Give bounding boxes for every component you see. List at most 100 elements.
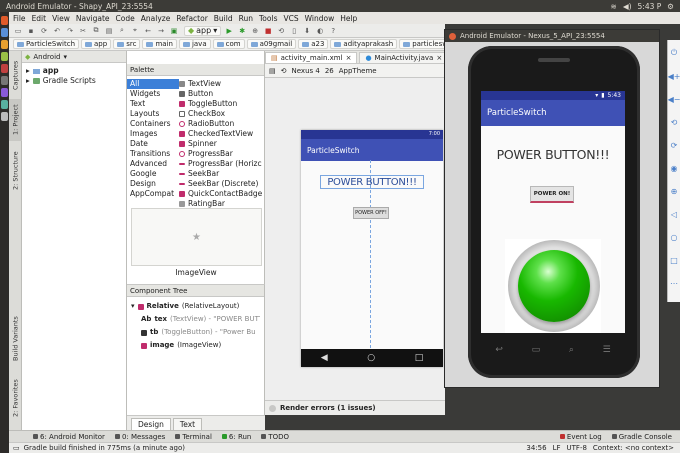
make-icon[interactable]: ▣ — [169, 26, 179, 36]
settings-icon[interactable]: ⚙ — [667, 2, 674, 11]
palette-item-progressbar-horizontal[interactable]: ProgressBar (Horizc — [179, 159, 265, 169]
category-layouts[interactable]: Layouts — [127, 109, 179, 119]
tree-item-app[interactable]: ▸ app — [26, 66, 122, 76]
menu-key-icon[interactable]: ☰ — [603, 345, 611, 355]
green-power-light[interactable] — [518, 250, 590, 322]
tab-favorites[interactable]: 2: Favorites — [9, 373, 22, 423]
tool-run[interactable]: 6: Run — [221, 433, 251, 441]
close-icon[interactable] — [449, 32, 456, 40]
undo-icon[interactable]: ↶ — [52, 26, 62, 36]
tool-event-log[interactable]: Event Log — [559, 433, 602, 441]
tool-gradle-console[interactable]: Gradle Console — [611, 433, 680, 441]
breadcrumb-item-src[interactable]: src — [113, 39, 141, 49]
palette-item-progressbar[interactable]: ProgressBar — [179, 149, 265, 159]
category-text[interactable]: Text — [127, 99, 179, 109]
tab-design[interactable]: Design — [131, 418, 171, 430]
palette-item-checkedtextview[interactable]: CheckedTextView — [179, 129, 265, 139]
project-view-dropdown[interactable]: Android — [33, 53, 60, 61]
palette-item-togglebutton[interactable]: ToggleButton — [179, 99, 265, 109]
category-images[interactable]: Images — [127, 129, 179, 139]
breadcrumb-item-a09gmail[interactable]: a09gmail — [246, 39, 297, 49]
breadcrumb-item-app[interactable]: app — [81, 39, 112, 49]
status-message[interactable]: Gradle build finished in 775ms (a minute… — [24, 444, 185, 452]
chevron-down-icon[interactable]: ▾ — [63, 53, 67, 61]
power-toggle-button[interactable]: POWER ON! — [530, 186, 574, 203]
design-device-preview[interactable]: 7:00 ParticleSwitch ◀ ○ □ — [301, 130, 443, 367]
palette-item-textview[interactable]: TextView — [179, 79, 265, 89]
close-icon[interactable]: × — [436, 54, 442, 62]
tool-todo[interactable]: TODO — [261, 433, 289, 441]
gradle-sync-icon[interactable]: ⟲ — [276, 26, 286, 36]
expand-arrow-icon[interactable]: ▸ — [26, 66, 30, 76]
tab-structure[interactable]: 2: Structure — [9, 147, 22, 195]
menu-help[interactable]: Help — [340, 14, 357, 23]
tab-text[interactable]: Text — [172, 418, 203, 430]
sdk-manager-icon[interactable]: ⬇ — [302, 26, 312, 36]
avd-manager-icon[interactable]: ▯ — [289, 26, 299, 36]
tool-android-monitor[interactable]: 6: Android Monitor — [33, 433, 105, 441]
breadcrumb-item-a23[interactable]: a23 — [298, 39, 329, 49]
menu-edit[interactable]: Edit — [32, 14, 47, 23]
category-appcompat[interactable]: AppCompat — [127, 189, 179, 199]
tab-build-variants[interactable]: Build Variants — [9, 311, 22, 367]
monitor-icon[interactable]: ◐ — [315, 26, 325, 36]
tab-activity-main-xml[interactable]: ▤ activity_main.xml × — [265, 52, 358, 63]
breadcrumb-item-adityaprakash[interactable]: adityaprakash — [330, 39, 398, 49]
tab-mainactivity-java[interactable]: ● MainActivity.java × — [359, 52, 449, 63]
file-encoding[interactable]: UTF-8 — [567, 444, 587, 452]
find-icon[interactable]: ⌕ — [117, 26, 127, 36]
device-select[interactable]: Nexus 4 — [292, 67, 320, 75]
home-key-icon[interactable]: ▭ — [532, 345, 541, 355]
breadcrumb-item-com[interactable]: com — [212, 39, 245, 49]
rotate-left-icon[interactable]: ⟲ — [671, 118, 678, 127]
firefox-icon[interactable] — [1, 40, 8, 49]
palette-item-seekbar[interactable]: SeekBar — [179, 169, 265, 179]
menu-view[interactable]: View — [52, 14, 70, 23]
category-transitions[interactable]: Transitions — [127, 149, 179, 159]
collapse-arrow-icon[interactable]: ▾ — [131, 300, 135, 313]
category-all[interactable]: All — [127, 79, 179, 89]
copy-icon[interactable]: ⧉ — [91, 26, 101, 36]
palette-item-seekbar-discrete[interactable]: SeekBar (Discrete) — [179, 179, 265, 189]
category-containers[interactable]: Containers — [127, 119, 179, 129]
menu-vcs[interactable]: VCS — [283, 14, 298, 23]
render-errors-bar[interactable]: Render errors (1 issues) — [265, 400, 445, 415]
menu-file[interactable]: File — [13, 14, 26, 23]
preview-toggle-button[interactable]: POWER OFF! — [353, 207, 389, 219]
tool-terminal[interactable]: Terminal — [175, 433, 212, 441]
help-icon[interactable]: ? — [328, 26, 338, 36]
breadcrumb-item-java[interactable]: java — [178, 39, 211, 49]
menu-refactor[interactable]: Refactor — [176, 14, 207, 23]
palette-item-checkbox[interactable]: CheckBox — [179, 109, 265, 119]
design-surface-icon[interactable]: ▤ — [269, 67, 276, 75]
home-icon[interactable]: ○ — [671, 233, 678, 242]
palette-item-button[interactable]: Button — [179, 89, 265, 99]
emulator-icon[interactable] — [1, 100, 8, 109]
menu-code[interactable]: Code — [116, 14, 135, 23]
palette-item-radiobutton[interactable]: RadioButton — [179, 119, 265, 129]
attach-icon[interactable]: ⊕ — [250, 26, 260, 36]
orientation-icon[interactable]: ⟲ — [281, 67, 287, 75]
menu-navigate[interactable]: Navigate — [76, 14, 110, 23]
close-icon[interactable]: × — [346, 54, 352, 62]
dash-icon[interactable] — [1, 16, 8, 25]
wifi-icon[interactable]: ≋ — [611, 2, 617, 11]
line-separator[interactable]: LF — [553, 444, 561, 452]
menu-analyze[interactable]: Analyze — [141, 14, 171, 23]
run-config-select[interactable]: ◆ app ▾ — [184, 25, 222, 36]
tree-node-togglebutton[interactable]: tb (ToggleButton) - "Power Bu — [131, 326, 260, 339]
cut-icon[interactable]: ✂ — [78, 26, 88, 36]
status-toggle-icon[interactable]: ▭ — [13, 444, 20, 452]
theme-select[interactable]: AppTheme — [339, 67, 377, 75]
breadcrumb-item-project[interactable]: ParticleSwitch — [13, 39, 80, 49]
tree-node-imageview[interactable]: image (ImageView) — [131, 339, 260, 352]
debug-icon[interactable]: ✱ — [237, 26, 247, 36]
tab-captures[interactable]: Captures — [9, 55, 22, 95]
caret-position[interactable]: 34:56 — [526, 444, 546, 452]
tree-item-gradle-scripts[interactable]: ▸ Gradle Scripts — [26, 76, 122, 86]
power-icon[interactable]: ⏻ — [671, 48, 677, 58]
category-widgets[interactable]: Widgets — [127, 89, 179, 99]
paste-icon[interactable]: ▤ — [104, 26, 114, 36]
forward-icon[interactable]: → — [156, 26, 166, 36]
menu-tools[interactable]: Tools — [259, 14, 277, 23]
